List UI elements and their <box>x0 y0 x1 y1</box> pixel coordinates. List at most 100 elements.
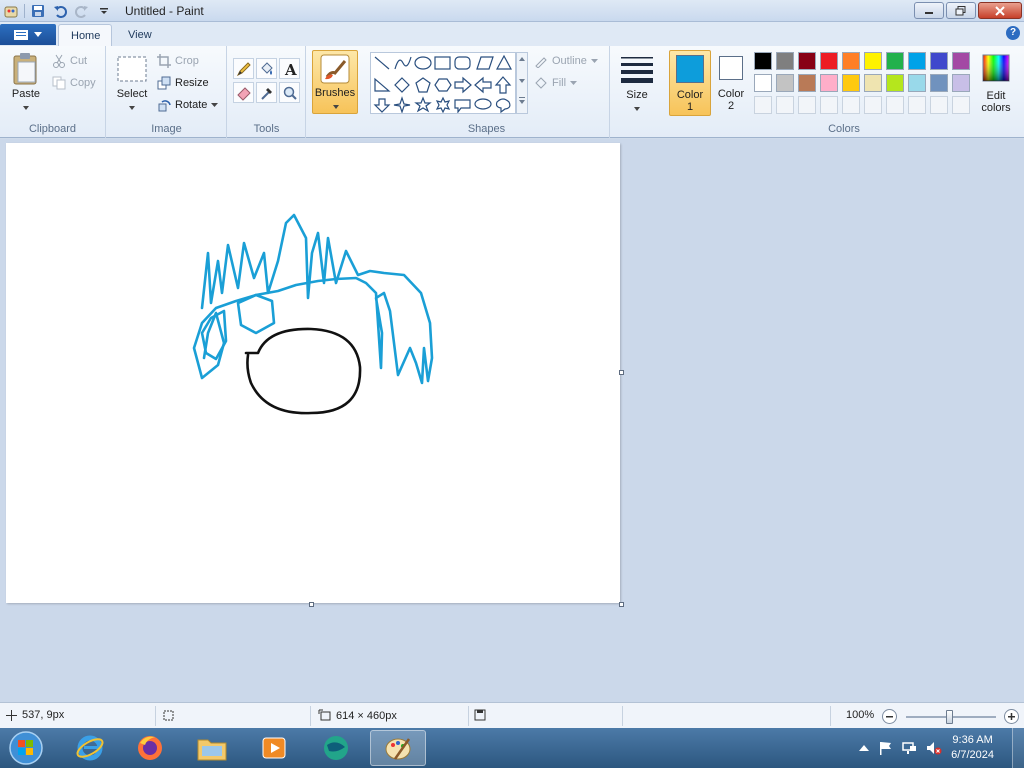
restore-button[interactable] <box>946 2 976 19</box>
custom-color-swatch[interactable] <box>798 96 816 114</box>
select-button[interactable]: Select <box>113 52 151 116</box>
color-swatch[interactable] <box>864 52 882 70</box>
shapes-group-label: Shapes <box>467 123 506 135</box>
zoom-out-button[interactable] <box>882 709 897 724</box>
taskbar-firefox[interactable] <box>122 730 178 766</box>
ribbon-tabs: Home View ? <box>0 22 1024 46</box>
custom-color-swatch[interactable] <box>930 96 948 114</box>
color-picker-tool[interactable] <box>256 82 277 103</box>
color-swatch[interactable] <box>886 74 904 92</box>
fill-button[interactable]: Fill <box>534 76 578 90</box>
color-swatch[interactable] <box>776 52 794 70</box>
volume-muted-icon[interactable] <box>925 740 943 756</box>
color-swatch[interactable] <box>842 52 860 70</box>
paste-button[interactable]: Paste <box>8 52 44 116</box>
file-menu-button[interactable] <box>0 24 56 45</box>
custom-color-swatch[interactable] <box>842 96 860 114</box>
color-swatch[interactable] <box>864 74 882 92</box>
color-swatch[interactable] <box>842 74 860 92</box>
canvas-workspace[interactable] <box>0 139 1024 702</box>
close-button[interactable] <box>978 2 1022 19</box>
eraser-tool[interactable] <box>233 82 254 103</box>
taskbar-file-explorer[interactable] <box>184 730 240 766</box>
cursor-position: 537, 9px <box>6 709 64 721</box>
zoom-in-button[interactable] <box>1004 709 1019 724</box>
taskbar-network-app[interactable] <box>308 730 364 766</box>
color-swatch[interactable] <box>930 52 948 70</box>
resize-handle-bottom[interactable] <box>309 602 314 607</box>
cut-button[interactable]: Cut <box>52 54 87 68</box>
custom-color-swatch[interactable] <box>776 96 794 114</box>
shapes-gallery[interactable] <box>370 52 516 114</box>
polygon-shape-icon <box>476 56 494 70</box>
color-swatch[interactable] <box>908 74 926 92</box>
start-button[interactable] <box>4 730 48 766</box>
color-swatch[interactable] <box>820 74 838 92</box>
tab-view[interactable]: View <box>116 24 164 46</box>
up-arrow-shape-icon <box>494 76 512 94</box>
color-swatch[interactable] <box>776 74 794 92</box>
color-swatch[interactable] <box>754 74 772 92</box>
crop-button[interactable]: Crop <box>157 54 199 68</box>
size-button[interactable]: Size <box>617 50 657 114</box>
custom-color-swatch[interactable] <box>820 96 838 114</box>
minimize-button[interactable] <box>914 2 944 19</box>
shapes-scrollbar[interactable] <box>516 52 528 114</box>
custom-color-swatch[interactable] <box>754 96 772 114</box>
color-swatch[interactable] <box>908 52 926 70</box>
color-swatch[interactable] <box>930 74 948 92</box>
cut-label: Cut <box>70 55 88 67</box>
window-title: Untitled - Paint <box>125 4 204 18</box>
resize-handle-corner[interactable] <box>619 602 624 607</box>
shapes-gallery-icons <box>373 54 513 114</box>
brushes-button[interactable]: Brushes <box>312 50 358 114</box>
six-point-star-shape-icon <box>435 96 451 114</box>
paint-app-icon[interactable] <box>2 2 20 19</box>
action-center-flag-icon[interactable] <box>877 740 893 756</box>
edit-colors-button[interactable]: Edit colors <box>976 52 1016 116</box>
color-swatch[interactable] <box>952 74 970 92</box>
color-swatch[interactable] <box>798 74 816 92</box>
undo-icon[interactable] <box>51 2 69 19</box>
color-wheel-icon <box>982 54 1010 82</box>
color-swatch[interactable] <box>886 52 904 70</box>
taskbar-paint[interactable] <box>370 730 426 766</box>
color-swatch[interactable] <box>798 52 816 70</box>
resize-button[interactable]: Resize <box>157 76 209 90</box>
zoom-slider-thumb[interactable] <box>946 710 953 724</box>
fill-tool[interactable] <box>256 58 277 79</box>
hexagon-shape-icon <box>434 78 452 92</box>
image-group: Select Crop Resize Rotate Image <box>107 46 227 138</box>
custom-color-swatch[interactable] <box>886 96 904 114</box>
taskbar-internet-explorer[interactable] <box>62 730 118 766</box>
copy-button[interactable]: Copy <box>52 76 96 90</box>
zoom-slider[interactable] <box>906 710 996 724</box>
color2-button[interactable]: Color 2 <box>713 50 753 116</box>
color1-number: 1 <box>686 101 694 113</box>
resize-handle-right[interactable] <box>619 370 624 375</box>
color-swatch[interactable] <box>754 52 772 70</box>
color-swatch[interactable] <box>952 52 970 70</box>
show-hidden-icons[interactable] <box>859 744 870 752</box>
color1-button[interactable]: Color 1 <box>669 50 711 116</box>
pencil-tool[interactable] <box>233 58 254 79</box>
custom-color-swatch[interactable] <box>952 96 970 114</box>
customize-qat-icon[interactable] <box>95 2 113 19</box>
custom-color-swatch[interactable] <box>864 96 882 114</box>
show-desktop-button[interactable] <box>1012 728 1024 768</box>
taskbar-clock[interactable]: 9:36 AM 6/7/2024 <box>951 733 994 763</box>
save-icon[interactable] <box>29 2 47 19</box>
help-icon[interactable]: ? <box>1006 26 1020 40</box>
text-tool[interactable]: A <box>279 58 300 79</box>
magnifier-tool[interactable] <box>279 82 300 103</box>
redo-icon[interactable] <box>73 2 91 19</box>
rotate-button[interactable]: Rotate <box>157 98 219 112</box>
network-icon[interactable] <box>901 740 917 756</box>
custom-color-swatch[interactable] <box>908 96 926 114</box>
text-icon: A <box>284 61 297 77</box>
color-swatch[interactable] <box>820 52 838 70</box>
taskbar-media-player[interactable] <box>246 730 302 766</box>
drawing-canvas[interactable] <box>6 143 620 603</box>
outline-button[interactable]: Outline <box>534 54 598 68</box>
tab-home[interactable]: Home <box>58 24 112 46</box>
